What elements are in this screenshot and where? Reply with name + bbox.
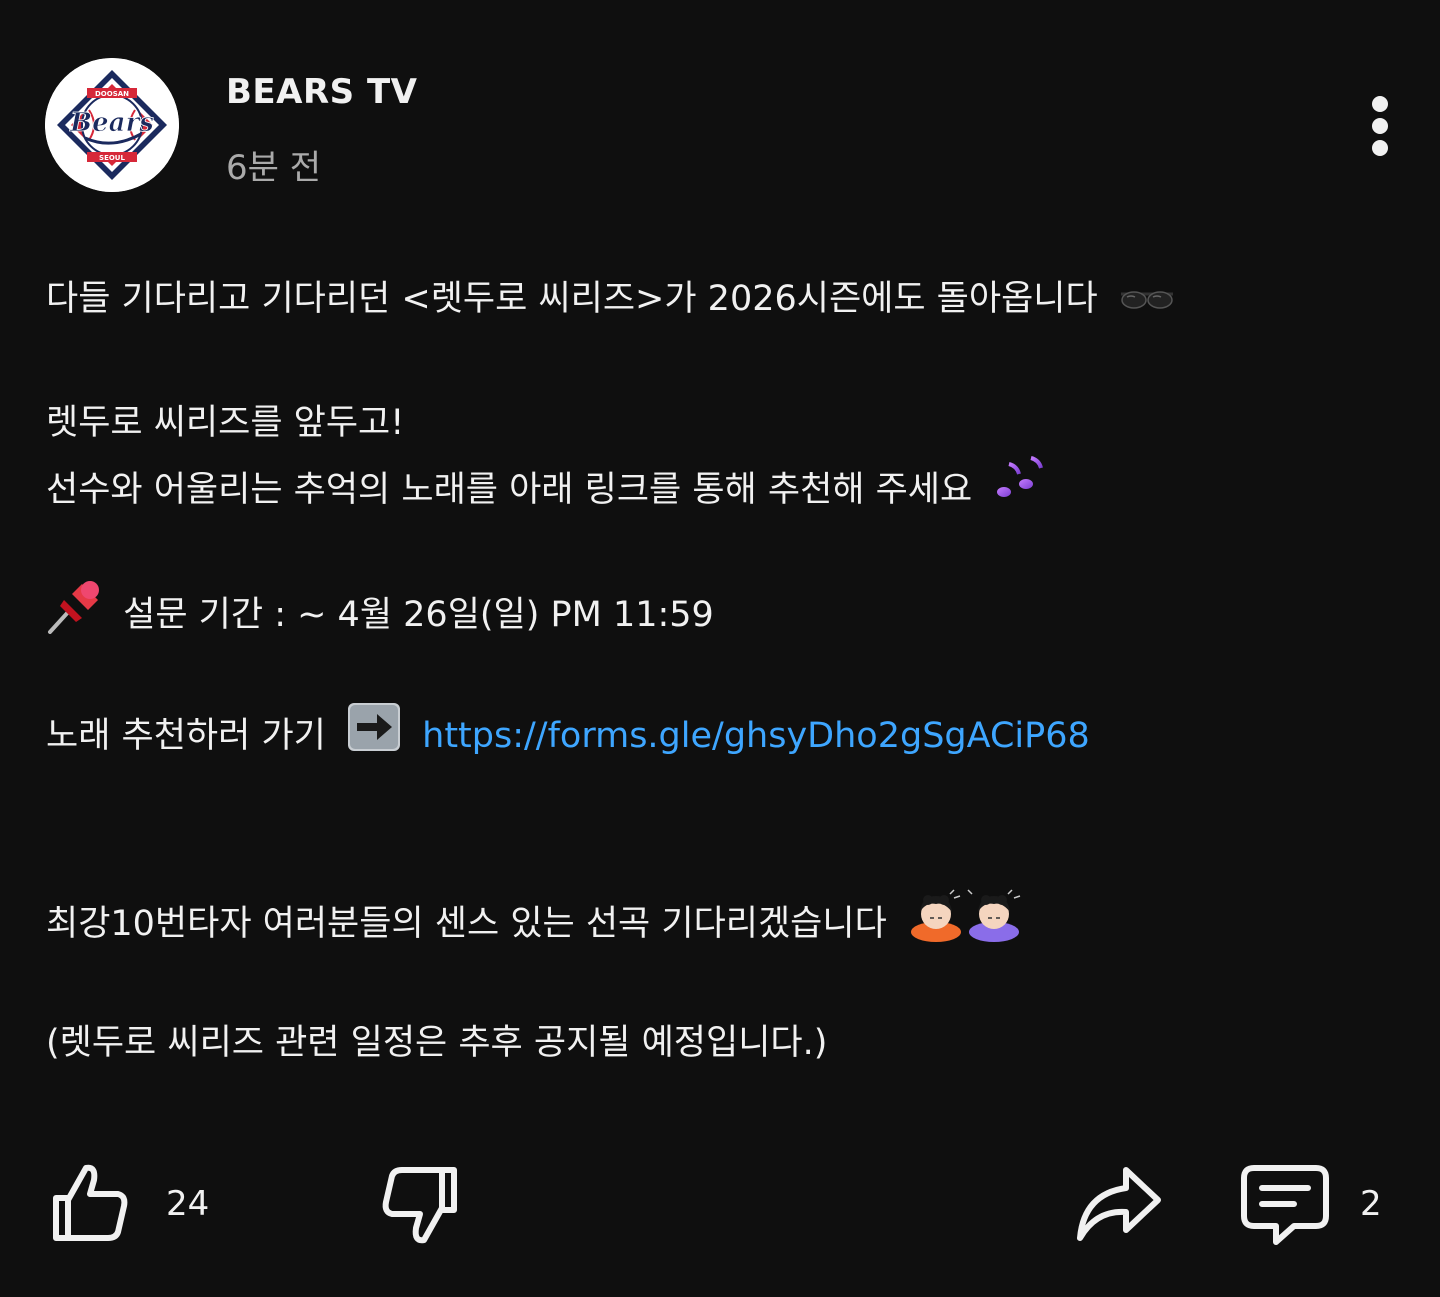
action-bar: 24 2 — [0, 1150, 1440, 1260]
more-options-button[interactable] — [1360, 86, 1400, 166]
post-timestamp: 6분 전 — [226, 148, 321, 188]
pushpin-icon — [46, 578, 104, 654]
more-vertical-icon-dot — [1372, 140, 1388, 156]
post-line-text: 다들 기다리고 기다리던 <렛두로 씨리즈>가 2026시즌에도 돌아옵니다 — [46, 279, 1098, 319]
post-body: 다들 기다리고 기다리던 <렛두로 씨리즈>가 2026시즌에도 돌아옵니다 렛… — [46, 268, 1386, 1074]
post-line: (렛두로 씨리즈 관련 일정은 추후 공지될 예정입니다.) — [46, 1012, 1386, 1074]
post-line: 설문 기간 : ~ 4월 26일(일) PM 11:59 — [46, 578, 1386, 640]
logo-bottom-text: SEOUL — [99, 154, 125, 162]
like-count: 24 — [166, 1184, 210, 1224]
channel-avatar[interactable]: DOOSAN SEOUL Bears — [45, 58, 179, 192]
right-arrow-icon — [347, 702, 401, 772]
post-line: 노래 추천하러 가기 https://forms.gle/ghsyDho2gSg… — [46, 702, 1386, 764]
post-line: 렛두로 씨리즈를 앞두고! — [46, 392, 1386, 454]
post-line: 최강10번타자 여러분들의 센스 있는 선곡 기다리겠습니다 — [46, 888, 1386, 950]
logo-script-text: Bears — [69, 108, 154, 138]
more-vertical-icon — [1372, 96, 1388, 112]
comment-button[interactable] — [1240, 1164, 1330, 1248]
comment-count: 2 — [1360, 1184, 1382, 1224]
post-line: 다들 기다리고 기다리던 <렛두로 씨리즈>가 2026시즌에도 돌아옵니다 — [46, 268, 1386, 330]
comment-icon — [1241, 1165, 1329, 1245]
sunglasses-icon — [1119, 269, 1175, 331]
share-button[interactable] — [1076, 1164, 1164, 1244]
channel-name[interactable]: BEARS TV — [226, 72, 417, 112]
more-vertical-icon-dot — [1372, 118, 1388, 134]
music-notes-icon — [993, 454, 1047, 528]
thumbs-down-icon — [382, 1167, 457, 1244]
survey-period: 설문 기간 : ~ 4월 26일(일) PM 11:59 — [123, 595, 714, 635]
post-line-text: 선수와 어울리는 추억의 노래를 아래 링크를 통해 추천해 주세요 — [46, 470, 973, 510]
thumbs-up-icon — [53, 1164, 128, 1241]
post-line-text: 렛두로 씨리즈를 앞두고! — [46, 403, 405, 443]
closing-line: 최강10번타자 여러분들의 센스 있는 선곡 기다리겠습니다 — [46, 904, 887, 944]
dislike-button[interactable] — [380, 1164, 462, 1248]
share-icon — [1077, 1167, 1161, 1241]
post-header: DOOSAN SEOUL Bears BEARS TV 6분 전 — [45, 58, 1395, 194]
bears-logo-icon: DOOSAN SEOUL Bears — [45, 58, 179, 192]
bowing-person-icon — [908, 888, 1024, 962]
schedule-note: (렛두로 씨리즈 관련 일정은 추후 공지될 예정입니다.) — [46, 1023, 828, 1063]
like-button[interactable] — [48, 1160, 130, 1244]
logo-top-text: DOOSAN — [95, 90, 129, 98]
post-line: 선수와 어울리는 추억의 노래를 아래 링크를 통해 추천해 주세요 — [46, 454, 1386, 516]
survey-link[interactable]: https://forms.gle/ghsyDho2gSgACiP68 — [422, 716, 1090, 756]
recommend-label: 노래 추천하러 가기 — [46, 716, 326, 756]
